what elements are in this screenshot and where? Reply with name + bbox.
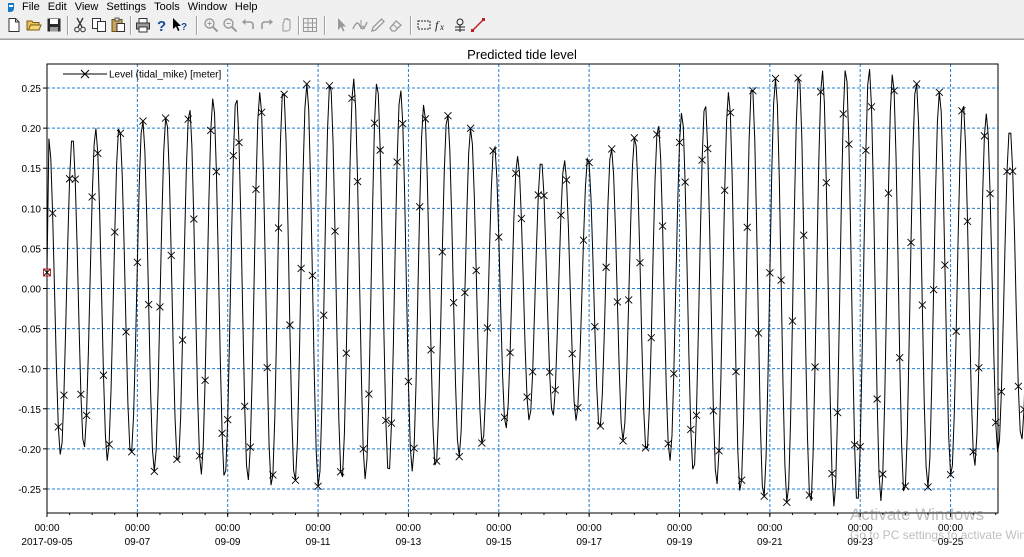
menu-file[interactable]: File [22,1,48,14]
zoom-out-icon[interactable] [222,17,238,33]
zoom-in-icon[interactable] [203,17,219,33]
toolbar-separator [67,16,69,35]
function-icon[interactable]: fx [434,17,450,33]
pencil-icon[interactable] [370,17,386,33]
svg-text:?: ? [157,18,166,33]
cut-icon[interactable] [72,17,88,33]
x-tick-label-time: 00:00 [215,523,240,534]
x-tick-label-date: 09-21 [757,537,783,548]
menu-edit[interactable]: Edit [48,1,75,14]
new-file-icon[interactable] [6,17,22,33]
x-tick-label-date: 09-23 [847,537,873,548]
chart-series [44,69,1024,506]
tide-level-chart[interactable]: Predicted tide level 0.25 0.20 0.15 0.10 0.0… [0,40,1024,557]
rectangle-select-icon[interactable] [416,17,432,33]
x-tick-label-date: 09-25 [938,537,964,548]
x-tick-label-date: 2017-09-05 [21,537,73,548]
y-tick-label: 0.00 [22,285,42,296]
y-tick-label: 0.20 [22,124,42,135]
sigma-icon[interactable] [452,17,468,33]
x-tick-label-time: 00:00 [577,523,602,534]
eraser-icon[interactable] [388,17,404,33]
y-tick-label: -0.20 [18,445,41,456]
menu-settings[interactable]: Settings [106,1,154,14]
select-curve-icon[interactable] [352,17,368,33]
x-tick-label-time: 00:00 [306,523,331,534]
chart-axes: 0.25 0.20 0.15 0.10 0.05 0.00 -0.05 -0.10 -0.15 -… [18,64,998,548]
line-draw-icon[interactable] [470,17,486,33]
toolbar-separator [324,16,326,35]
grid-icon[interactable] [302,17,318,33]
legend-label: Level (tidal_mike) [meter] [109,70,221,81]
x-tick-label-time: 00:00 [667,523,692,534]
toolbar-separator [298,16,300,35]
y-tick-label: 0.15 [22,164,42,175]
x-tick-label-date: 09-07 [125,537,151,548]
x-tick-label-time: 00:00 [848,523,873,534]
copy-icon[interactable] [91,17,107,33]
paste-icon[interactable] [110,17,126,33]
menu-view[interactable]: View [75,1,107,14]
help-icon[interactable]: ? [154,17,170,33]
chart-legend: Level (tidal_mike) [meter] [63,70,221,81]
y-tick-label: -0.25 [18,485,41,496]
pointer-icon[interactable] [334,17,350,33]
x-tick-label-date: 09-15 [486,537,512,548]
undo-zoom-icon[interactable] [240,17,256,33]
y-tick-label: -0.05 [18,325,41,336]
y-tick-label: 0.10 [22,204,42,215]
x-tick-label-time: 00:00 [938,523,963,534]
menu-tools[interactable]: Tools [154,1,188,14]
x-tick-label-date: 09-09 [215,537,241,548]
chart-title: Predicted tide level [467,47,577,62]
x-tick-label-date: 09-17 [576,537,602,548]
series-line-level [47,69,1024,506]
open-folder-icon[interactable] [26,17,42,33]
toolbar: ? ? fx [0,14,1024,39]
x-tick-label-date: 09-13 [396,537,422,548]
context-help-icon[interactable]: ? [172,17,188,33]
menu-window[interactable]: Window [188,1,235,14]
print-icon[interactable] [135,17,151,33]
plot-window: Predicted tide level 0.25 0.20 0.15 0.10 0.0… [0,39,1024,557]
app-logo-icon [6,2,16,13]
x-tick-label-time: 00:00 [757,523,782,534]
pan-icon[interactable] [278,17,294,33]
toolbar-separator [130,16,132,35]
x-tick-label-time: 00:00 [486,523,511,534]
save-icon[interactable] [46,17,62,33]
toolbar-separator [410,16,412,35]
x-tick-label-time: 00:00 [125,523,150,534]
svg-text:?: ? [181,22,187,33]
svg-text:x: x [439,22,444,32]
redo-zoom-icon[interactable] [259,17,275,33]
y-tick-label: 0.05 [22,244,42,255]
menu-bar: File Edit View Settings Tools Window Hel… [0,0,1024,14]
y-tick-label: -0.15 [18,405,41,416]
y-tick-label: -0.10 [18,365,41,376]
x-tick-label-time: 00:00 [34,523,59,534]
toolbar-separator [196,16,198,35]
x-tick-label-date: 09-11 [306,537,331,548]
y-tick-label: 0.25 [22,84,42,95]
x-tick-label-time: 00:00 [396,523,421,534]
menu-help[interactable]: Help [235,1,266,14]
x-tick-label-date: 09-19 [667,537,693,548]
